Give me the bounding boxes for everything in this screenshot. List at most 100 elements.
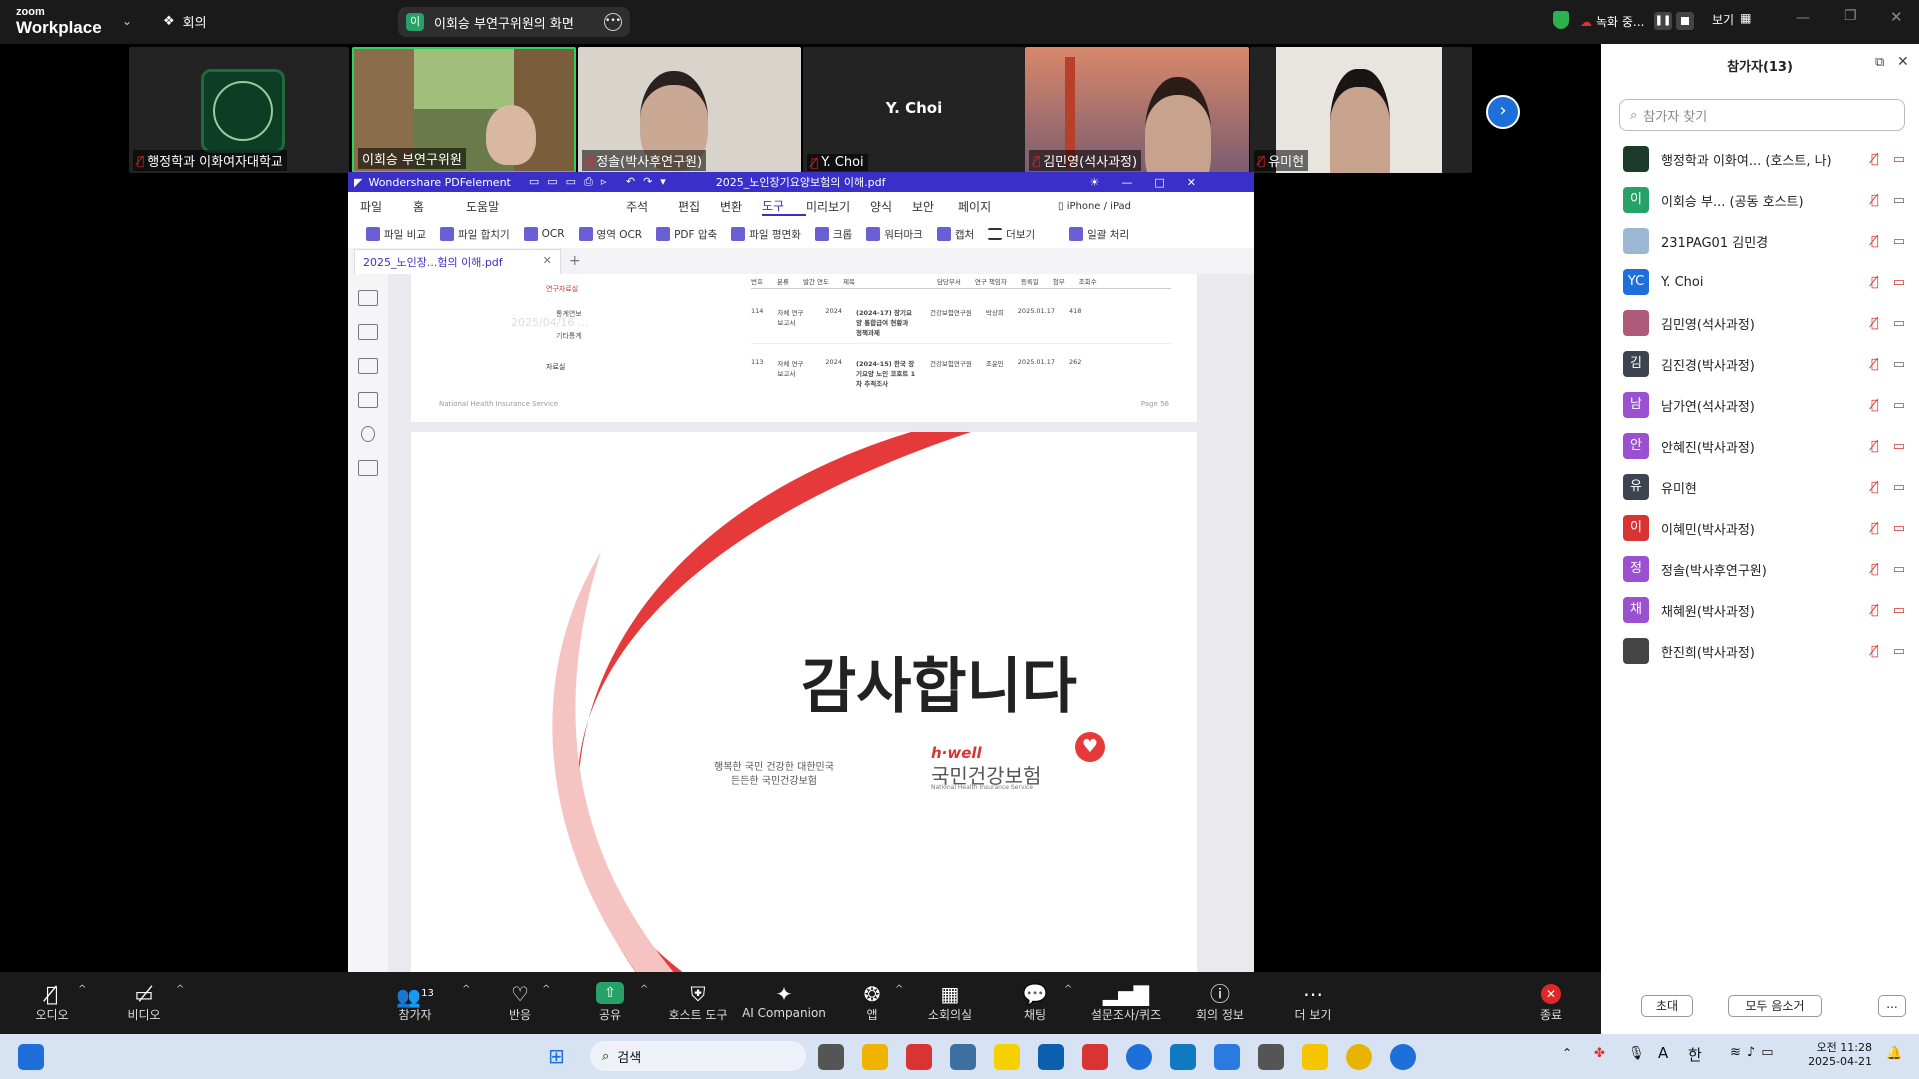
app-icon[interactable] (1038, 1044, 1064, 1070)
video-status-icon[interactable]: ▭ (1893, 398, 1905, 413)
share-button[interactable]: ⇧ 공유 (592, 982, 628, 1023)
tool-combine[interactable]: 파일 합치기 (439, 227, 510, 242)
clock[interactable]: 오전 11:28 2025-04-21 (1808, 1039, 1872, 1068)
meeting-info-button[interactable]: ⓘ 회의 정보 (1192, 982, 1248, 1023)
video-status-icon[interactable]: ▭ (1893, 480, 1905, 495)
chrome-icon[interactable] (1346, 1044, 1372, 1070)
file-explorer-icon[interactable] (862, 1044, 888, 1070)
participant-row[interactable]: 김민영(석사과정) 🎙̸ ▭ (1623, 303, 1913, 343)
apps-options-chevron-icon[interactable]: ^ (895, 984, 903, 995)
sticky-notes-icon[interactable] (1302, 1044, 1328, 1070)
video-status-icon[interactable]: ▭ (1893, 562, 1905, 577)
participant-row[interactable]: 이 이혜민(박사과정) 🎙̸ ▭ (1623, 508, 1913, 548)
video-tile[interactable]: 🎙̸ 김민영(석사과정) (1025, 47, 1249, 173)
video-status-icon[interactable]: ▭ (1893, 603, 1905, 618)
breakout-rooms-button[interactable]: ▦ 소회의실 (922, 982, 978, 1023)
network-volume-battery-icons[interactable]: ≋♪▭ (1730, 1045, 1779, 1060)
windows-start-icon[interactable]: ⊞ (548, 1044, 565, 1068)
end-meeting-button[interactable]: ✕ 종료 (1535, 982, 1567, 1023)
mic-muted-icon[interactable]: 🎙̸ (1871, 193, 1879, 208)
app-icon[interactable] (1126, 1044, 1152, 1070)
tool-area-ocr[interactable]: 영역 OCR (578, 227, 642, 242)
menu-file[interactable]: 파일 (360, 198, 413, 215)
comment-icon[interactable] (358, 358, 378, 374)
calculator-icon[interactable] (1258, 1044, 1284, 1070)
app-icon[interactable] (1214, 1044, 1240, 1070)
polls-button[interactable]: ▂▅▇ 설문조사/퀴즈 (1087, 982, 1165, 1023)
new-tab-icon[interactable]: + (569, 253, 581, 269)
more-options-icon[interactable]: ••• (604, 13, 622, 31)
task-view-icon[interactable] (18, 1044, 44, 1070)
reactions-button[interactable]: ♡ 반응 (500, 982, 540, 1023)
mic-muted-icon[interactable]: 🎙̸ (1871, 480, 1879, 495)
chevron-up-icon[interactable]: ⌃ (1562, 1046, 1572, 1060)
zoom-app-icon[interactable] (1390, 1044, 1416, 1070)
tool-more[interactable]: 더보기 (988, 227, 1035, 242)
tray-app-icon[interactable]: ✤ (1594, 1046, 1605, 1061)
participant-row[interactable]: 행정학과 이화여... (호스트, 나) 🎙̸ ▭ (1623, 139, 1913, 179)
minimize-icon[interactable]: — (1796, 10, 1810, 26)
app-taskview-icon[interactable] (818, 1044, 844, 1070)
tool-batch[interactable]: 일괄 처리 (1069, 227, 1129, 242)
next-page-arrow-icon[interactable]: › (1486, 95, 1520, 129)
chat-button[interactable]: 💬 채팅 (1020, 982, 1050, 1023)
video-status-icon[interactable]: ▭ (1893, 357, 1905, 372)
mic-muted-icon[interactable]: 🎙̸ (1871, 316, 1879, 331)
participants-options-chevron-icon[interactable]: ^ (462, 984, 470, 995)
tool-ocr[interactable]: OCR (523, 227, 565, 241)
participant-row[interactable]: 유 유미현 🎙̸ ▭ (1623, 467, 1913, 507)
stop-icon[interactable] (1676, 12, 1694, 30)
snipping-tool-icon[interactable] (906, 1044, 932, 1070)
participant-row[interactable]: 채 채혜원(박사과정) 🎙̸ ▭ (1623, 590, 1913, 630)
quick-access-icons[interactable]: ▭▭▭⎙▹ ↶↷▾ (529, 175, 674, 189)
mic-muted-icon[interactable]: 🎙̸ (1871, 439, 1879, 454)
invite-button[interactable]: 초대 (1641, 995, 1693, 1017)
menu-home[interactable]: 홈 (413, 198, 466, 215)
participant-row[interactable]: 김 김진경(박사과정) 🎙̸ ▭ (1623, 344, 1913, 384)
video-tile[interactable]: 🎙̸ 정솔(박사후연구원) (578, 47, 801, 173)
shield-icon[interactable] (1553, 11, 1569, 29)
microphone-icon[interactable]: 🎙 (1628, 1046, 1645, 1061)
menu-preview[interactable]: 미리보기 (806, 198, 870, 215)
close-icon[interactable]: ✕ (1890, 8, 1903, 26)
participant-row[interactable]: YC Y. Choi 🎙̸ ▭ (1623, 262, 1913, 302)
screen-share-indicator[interactable]: 이 이회승 부연구위원의 화면 ••• (398, 7, 630, 37)
mic-muted-icon[interactable]: 🎙̸ (1871, 644, 1879, 659)
audio-button[interactable]: 🎙̸ 오디오 (32, 982, 72, 1023)
more-button[interactable]: ⋯ 더 보기 (1292, 982, 1334, 1023)
chevron-down-icon[interactable]: ⌄ (122, 14, 132, 28)
host-tools-button[interactable]: ⛨ 호스트 도구 (663, 982, 733, 1023)
video-status-icon[interactable]: ▭ (1893, 439, 1905, 454)
tool-capture[interactable]: 캡처 (936, 227, 974, 242)
search-participants-input[interactable]: ⌕ 참가자 찾기 (1619, 99, 1905, 131)
app-icon[interactable] (950, 1044, 976, 1070)
shared-pdf-window[interactable]: ◤ Wondershare PDFelement ▭▭▭⎙▹ ↶↷▾ 2025_… (348, 172, 1254, 974)
close-tab-icon[interactable]: ✕ (543, 254, 552, 270)
video-status-icon[interactable]: ▭ (1893, 316, 1905, 331)
mic-muted-icon[interactable]: 🎙̸ (1871, 152, 1879, 167)
view-button[interactable]: 보기 ▦ (1712, 11, 1751, 28)
ai-companion-button[interactable]: ✦ AI Companion (742, 982, 826, 1020)
tool-watermark[interactable]: 워터마크 (866, 227, 923, 242)
participant-row[interactable]: 남 남가연(석사과정) 🎙̸ ▭ (1623, 385, 1913, 425)
menu-form[interactable]: 양식 (870, 198, 912, 215)
video-status-icon[interactable]: ▭ (1893, 234, 1905, 249)
participant-row[interactable]: 한진희(박사과정) 🎙̸ ▭ (1623, 631, 1913, 671)
mic-muted-icon[interactable]: 🎙̸ (1871, 234, 1879, 249)
ime-mode-indicator[interactable]: A (1658, 1044, 1668, 1062)
tool-crop[interactable]: 크롭 (814, 227, 852, 242)
close-panel-icon[interactable]: ✕ (1897, 54, 1909, 70)
menu-security[interactable]: 보안 (912, 198, 958, 215)
maximize-icon[interactable]: ❐ (1844, 8, 1857, 24)
video-status-icon[interactable]: ▭ (1893, 644, 1905, 659)
chat-options-chevron-icon[interactable]: ^ (1064, 984, 1072, 995)
menu-tools[interactable]: 도구 (762, 197, 806, 216)
taskbar-search-box[interactable]: ⌕ 검색 (590, 1041, 806, 1071)
document-tab[interactable]: 2025_노인장...험의 이해.pdf ✕ (354, 248, 561, 274)
mute-all-button[interactable]: 모두 음소거 (1728, 995, 1822, 1017)
video-status-icon[interactable]: ▭ (1893, 521, 1905, 536)
video-status-icon[interactable]: ▭ (1893, 193, 1905, 208)
menu-help[interactable]: 도움말 (466, 198, 626, 215)
video-tile[interactable]: 🎙̸ 행정학과 이화여자대학교 (129, 47, 349, 173)
ime-language-indicator[interactable]: 한 (1688, 1044, 1702, 1065)
